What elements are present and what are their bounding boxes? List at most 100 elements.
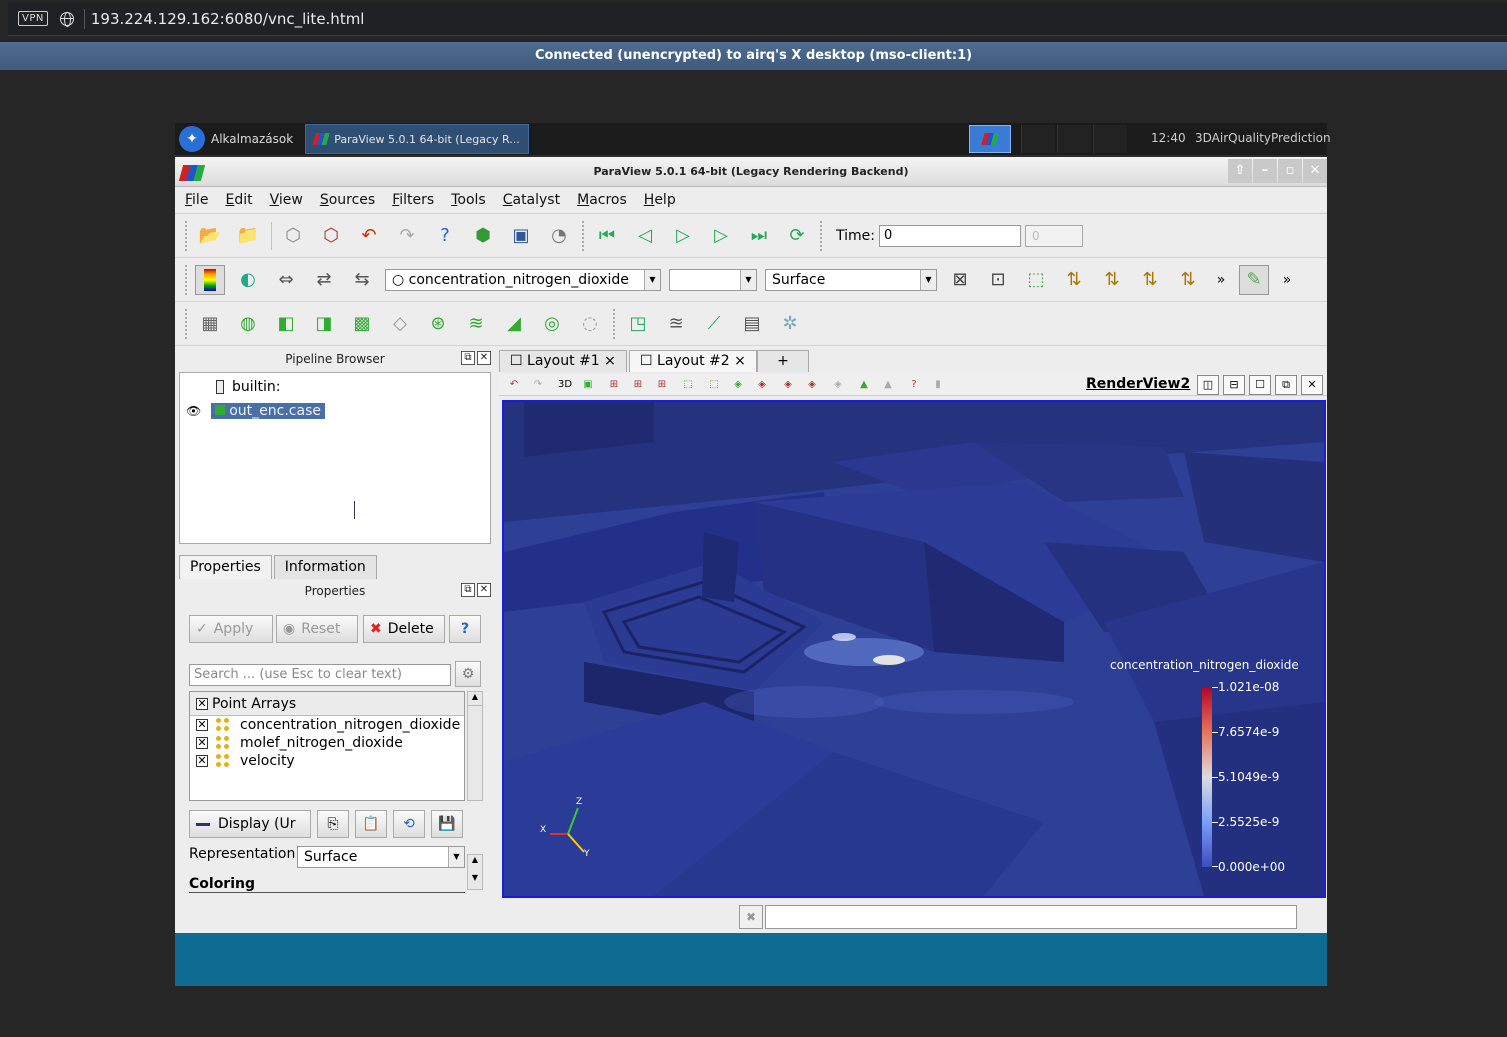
menu-catalyst[interactable]: Catalyst xyxy=(503,192,560,208)
close-icon[interactable]: × xyxy=(734,353,746,369)
clip-icon[interactable]: ◧ xyxy=(271,309,301,339)
minimize-button[interactable]: – xyxy=(1253,159,1277,183)
rescale-custom-icon[interactable]: ⇄ xyxy=(309,265,339,295)
properties-search-input[interactable]: Search ... (use Esc to clear text) xyxy=(189,664,451,686)
pipeline-item-out-enc[interactable]: 👁 out_enc.case xyxy=(186,403,325,419)
capture-screenshot-icon[interactable]: ▣ xyxy=(581,378,595,392)
rescale-visible-icon[interactable]: ⇆ xyxy=(347,265,377,295)
arrays-header[interactable]: ✕ Point Arrays xyxy=(190,692,464,716)
clear-selection-icon[interactable]: ▮ xyxy=(931,378,945,392)
checkbox-icon[interactable]: ✕ xyxy=(196,755,208,767)
tab-layout-1[interactable]: ☐ Layout #1 × xyxy=(499,350,627,372)
maximize-button[interactable]: ▫ xyxy=(1278,159,1302,183)
workspace-4[interactable] xyxy=(1093,125,1127,153)
component-combo[interactable]: ▼ xyxy=(669,268,757,291)
view-minus-y-icon[interactable]: ⇅ xyxy=(1173,265,1203,295)
maximize-view-icon[interactable]: ☐ xyxy=(1249,375,1271,395)
close-button[interactable]: ✕ xyxy=(1303,159,1327,183)
toolbar-overflow[interactable]: » xyxy=(1211,265,1231,295)
rescale-color-icon[interactable]: ◐ xyxy=(233,265,263,295)
split-horizontal-icon[interactable]: ◫ xyxy=(1197,375,1219,395)
pipeline-builtin[interactable]: builtin: xyxy=(216,379,281,395)
shrink-selection-icon[interactable]: ◈ xyxy=(831,378,845,392)
toolbar-handle[interactable] xyxy=(185,220,189,251)
workspace-1[interactable] xyxy=(969,125,1011,153)
interaction-mode-icon[interactable]: ✎ xyxy=(1239,264,1269,295)
save-defaults-icon[interactable]: 💾 xyxy=(431,810,463,838)
plot-selection-icon[interactable]: ≊ xyxy=(661,309,691,339)
toolbar-overflow-2[interactable]: » xyxy=(1277,265,1297,295)
hover-points-icon[interactable]: ◈ xyxy=(755,378,769,392)
contour-icon[interactable]: ◍ xyxy=(233,309,263,339)
zoom-to-box-icon[interactable]: ⬚ xyxy=(1021,265,1051,295)
previous-frame-icon[interactable]: ◁ xyxy=(630,221,660,251)
lower-scrollbar[interactable]: ▲ ▼ xyxy=(467,854,483,890)
paste-icon[interactable]: 📋 xyxy=(355,810,387,838)
color-array-combo[interactable]: ○ concentration_nitrogen_dioxide ▼ xyxy=(385,268,661,291)
render-view-name[interactable]: RenderView2 xyxy=(1086,376,1190,392)
disconnect-icon[interactable]: ⬡ xyxy=(316,221,346,251)
scroll-down-icon[interactable]: ▼ xyxy=(468,873,482,887)
grow-selection-icon[interactable]: ◈ xyxy=(805,378,819,392)
list-item[interactable]: ✕ concentration_nitrogen_dioxide xyxy=(190,716,464,734)
copy-icon[interactable]: ⎘ xyxy=(317,810,349,838)
next-frame-icon[interactable]: ▷ xyxy=(706,221,736,251)
scroll-up-icon[interactable]: ▲ xyxy=(468,692,482,706)
list-item[interactable]: ✕ molef_nitrogen_dioxide xyxy=(190,734,464,752)
render-view[interactable]: X Z Y concentration_nitrogen_dioxide 1.0… xyxy=(502,400,1326,898)
help-button[interactable]: ? xyxy=(449,615,481,643)
menu-file[interactable]: File xyxy=(185,192,208,208)
representation-property-combo[interactable]: Surface ▼ xyxy=(297,846,465,868)
play-icon[interactable]: ▷ xyxy=(668,221,698,251)
float-icon[interactable]: ⧉ xyxy=(461,351,475,365)
menu-edit[interactable]: Edit xyxy=(225,192,252,208)
float-icon[interactable]: ⧉ xyxy=(461,583,475,597)
add-layout-button[interactable]: + xyxy=(757,350,809,372)
workspace-3[interactable] xyxy=(1057,125,1091,153)
toolbar-handle[interactable] xyxy=(582,220,586,251)
select-block-icon[interactable]: ⬚ xyxy=(681,378,695,392)
xfce-logo-icon[interactable]: ✦ xyxy=(179,126,205,152)
representation-combo[interactable]: Surface ▼ xyxy=(765,268,937,291)
threshold-icon[interactable]: ▩ xyxy=(347,309,377,339)
select-polygon-icon[interactable]: ⬚ xyxy=(707,378,721,392)
toolbar-handle[interactable] xyxy=(820,220,824,251)
time-step-spinbox[interactable]: 0 xyxy=(1024,224,1083,247)
eye-icon[interactable]: 👁 xyxy=(186,404,201,418)
edit-selection-icon[interactable]: ▲ xyxy=(857,378,871,392)
window-titlebar[interactable]: ParaView 5.0.1 64-bit (Legacy Rendering … xyxy=(175,157,1327,187)
tab-information[interactable]: Information xyxy=(273,555,377,579)
view-minus-x-icon[interactable]: ⇅ xyxy=(1097,265,1127,295)
find-data-icon[interactable]: ⬢ xyxy=(468,221,498,251)
recent-files-icon[interactable]: 📁 xyxy=(233,221,263,251)
connect-icon[interactable]: ⬡ xyxy=(278,221,308,251)
menu-filters[interactable]: Filters xyxy=(392,192,434,208)
display-toggle[interactable]: Display (Ur xyxy=(189,810,311,838)
split-vertical-icon[interactable]: ⊟ xyxy=(1223,375,1245,395)
rescale-range-icon[interactable]: ⇔ xyxy=(271,265,301,295)
time-input[interactable]: 0 xyxy=(878,224,1021,247)
shade-button[interactable]: ⇧ xyxy=(1228,159,1252,183)
extract-subset-icon[interactable]: ◇ xyxy=(385,309,415,339)
float-view-icon[interactable]: ⧉ xyxy=(1275,375,1297,395)
glyph-icon[interactable]: ⊛ xyxy=(423,309,453,339)
warp-by-vector-icon[interactable]: ◢ xyxy=(499,309,529,339)
restore-defaults-icon[interactable]: ⟲ xyxy=(393,810,425,838)
taskbar-paraview-task[interactable]: ParaView 5.0.1 64-bit (Legacy R... xyxy=(305,124,530,154)
checkbox-icon[interactable]: ✕ xyxy=(196,737,208,749)
plot-over-line-icon[interactable]: ⟋ xyxy=(699,309,729,339)
camera-redo-icon[interactable]: ↷ xyxy=(531,378,545,392)
clear-progress-icon[interactable]: ✖ xyxy=(739,905,763,929)
list-item[interactable]: ✕ velocity xyxy=(190,752,464,770)
select-frustum-icon[interactable]: ⊞ xyxy=(655,378,669,392)
applications-menu[interactable]: Alkalmazások xyxy=(211,132,293,146)
slice-icon[interactable]: ◨ xyxy=(309,309,339,339)
toggle-3d-button[interactable]: 3D xyxy=(555,378,575,392)
reset-camera-icon[interactable]: ⊠ xyxy=(945,265,975,295)
close-view-icon[interactable]: ✕ xyxy=(1301,375,1323,395)
zoom-to-data-icon[interactable]: ⊡ xyxy=(983,265,1013,295)
undo-icon[interactable]: ↶ xyxy=(354,221,384,251)
plot-data-icon[interactable]: ▤ xyxy=(737,309,767,339)
reset-session-icon[interactable]: ◔ xyxy=(544,221,574,251)
interactive-select-icon[interactable]: ◈ xyxy=(731,378,745,392)
